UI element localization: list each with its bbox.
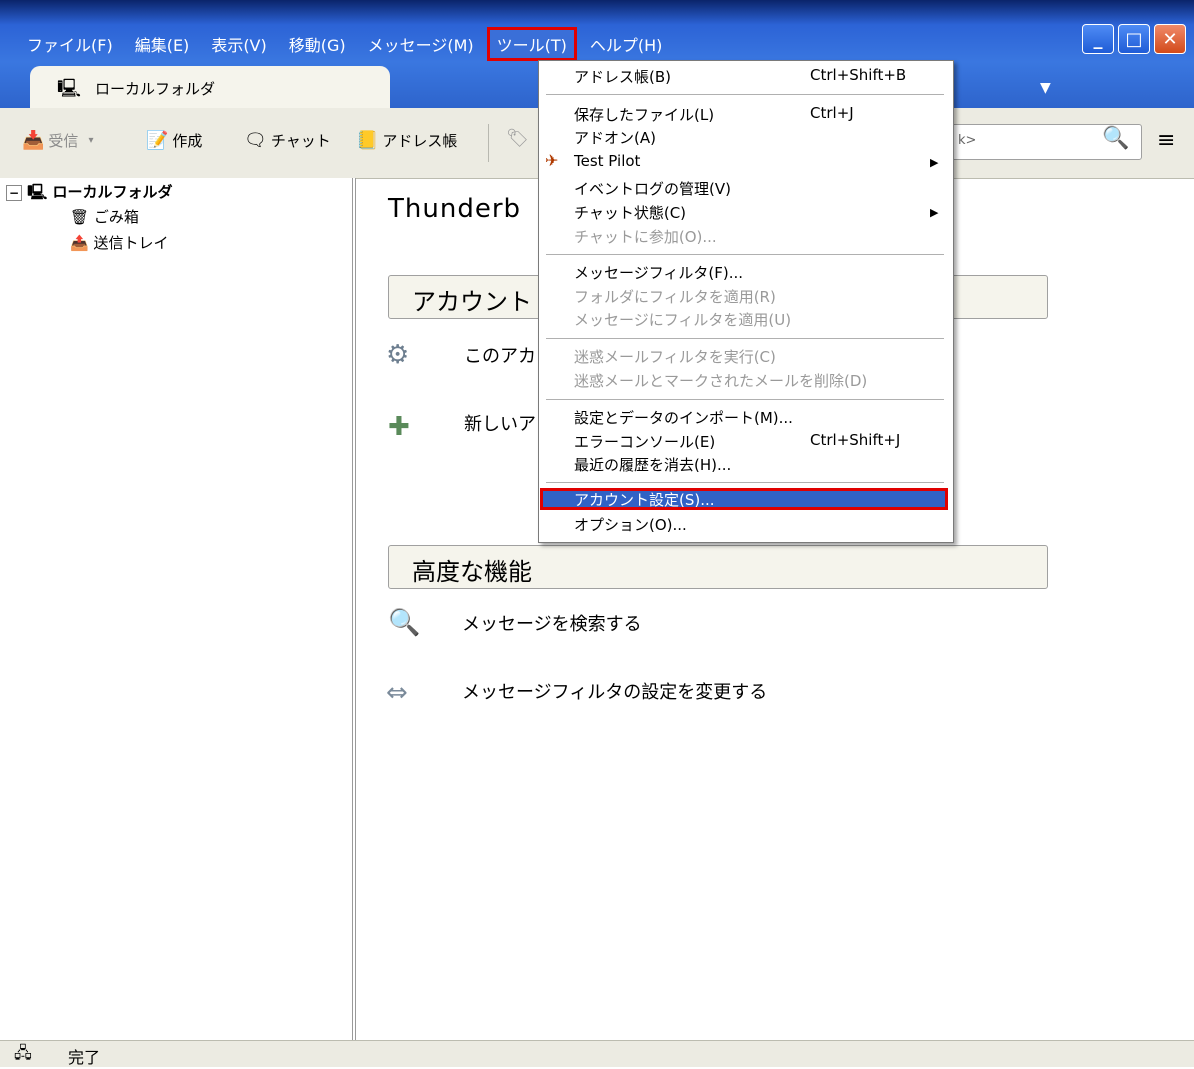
shortcut-saved-files: Ctrl+J (810, 104, 854, 122)
message-filters-link[interactable]: メッセージフィルタの設定を変更する (462, 678, 767, 704)
menu-separator (546, 399, 944, 400)
tab-label: ローカルフォルダ (95, 80, 216, 98)
chat-button[interactable]: 🗨 チャット (244, 130, 331, 151)
search-icon[interactable]: 🔍 (1102, 126, 1129, 151)
menuitem-clear-history[interactable]: 最近の履歴を消去(H)... (574, 454, 731, 475)
folder-outbox[interactable]: 📤 送信トレイ (70, 232, 168, 253)
menuitem-apply-folder-filters[interactable]: フォルダにフィルタを適用(R) (574, 286, 776, 307)
menu-view[interactable]: 表示(V) (202, 28, 275, 60)
menuitem-addons[interactable]: アドオン(A) (574, 127, 656, 148)
outbox-icon: 📤 (70, 234, 89, 252)
search-placeholder: k> (958, 133, 977, 148)
get-mail-button[interactable]: 📥 受信 ▾ (22, 130, 93, 151)
address-book-button[interactable]: 📒 アドレス帳 (356, 130, 457, 151)
status-bar (0, 1040, 1194, 1067)
menu-help[interactable]: ヘルプ(H) (581, 28, 672, 60)
menu-separator (546, 254, 944, 255)
menu-separator (546, 94, 944, 95)
inbox-download-icon: 📥 (22, 130, 45, 151)
folder-local-folders[interactable]: − 🖳 ローカルフォルダ (6, 181, 173, 207)
menuitem-join-chat[interactable]: チャットに参加(O)... (574, 226, 717, 247)
create-account-link[interactable]: 新しいア (464, 410, 536, 436)
menuitem-chat-status[interactable]: チャット状態(C) (574, 202, 686, 223)
menuitem-address-book[interactable]: アドレス帳(B) (574, 66, 671, 87)
section-accounts-label: アカウント (412, 288, 532, 316)
computer-icon: 🖳 (57, 78, 82, 99)
menu-message[interactable]: メッセージ(M) (359, 28, 483, 60)
menuitem-saved-files[interactable]: 保存したファイル(L) (574, 104, 714, 125)
add-account-icon: ✚ (388, 412, 410, 442)
menuitem-test-pilot[interactable]: Test Pilot (574, 152, 640, 170)
menu-go[interactable]: 移動(G) (280, 28, 355, 60)
offline-status-icon[interactable]: 🖧 (14, 1042, 32, 1069)
submenu-arrow-icon: ▶ (930, 206, 939, 219)
menu-separator (546, 482, 944, 483)
menuitem-delete-junk[interactable]: 迷惑メールとマークされたメールを削除(D) (574, 370, 867, 391)
section-advanced-label: 高度な機能 (412, 558, 532, 586)
toolbar-separator (488, 124, 489, 162)
folder-pane (0, 178, 356, 1040)
page-title: Thunderb (388, 194, 522, 224)
menu-bar: ファイル(F) 編集(E) 表示(V) 移動(G) メッセージ(M) ツール(T… (18, 27, 675, 61)
menuitem-message-filters[interactable]: メッセージフィルタ(F)... (574, 262, 743, 283)
menuitem-activity-manager[interactable]: イベントログの管理(V) (574, 178, 731, 199)
chat-bubble-icon: 🗨 (244, 130, 267, 151)
submenu-arrow-icon: ▶ (930, 156, 939, 169)
menuitem-import[interactable]: 設定とデータのインポート(M)... (574, 407, 793, 428)
maximize-icon[interactable]: □ (1118, 24, 1150, 54)
pencil-icon: 📝 (146, 130, 169, 151)
menuitem-run-junk-filter[interactable]: 迷惑メールフィルタを実行(C) (574, 346, 776, 367)
status-text: 完了 (68, 1048, 101, 1067)
menu-tools[interactable]: ツール(T) (486, 27, 577, 61)
address-book-icon: 📒 (356, 130, 379, 151)
menu-file[interactable]: ファイル(F) (18, 28, 122, 60)
tag-icon[interactable]: 🏷 (506, 128, 529, 149)
write-button[interactable]: 📝 作成 (146, 130, 202, 151)
shortcut-error-console: Ctrl+Shift+J (810, 431, 901, 449)
trash-icon: 🗑 (70, 208, 90, 226)
menuitem-apply-message-filters[interactable]: メッセージにフィルタを適用(U) (574, 309, 791, 330)
filter-arrows-icon: ⇔ (386, 678, 408, 708)
menuitem-account-settings[interactable]: アカウント設定(S)... (574, 489, 715, 510)
view-settings-link[interactable]: このアカ (464, 342, 536, 368)
window-controls: _ □ ✕ (1082, 24, 1186, 54)
gear-icon: ⚙ (386, 340, 410, 370)
menu-separator (546, 338, 944, 339)
menuitem-error-console[interactable]: エラーコンソール(E) (574, 431, 715, 452)
menuitem-options[interactable]: オプション(O)... (574, 514, 687, 535)
chevron-down-icon[interactable]: ▼ (1040, 80, 1051, 96)
test-pilot-icon: ✈ (545, 151, 559, 170)
folder-trash[interactable]: 🗑 ごみ箱 (70, 206, 139, 227)
minimize-icon[interactable]: _ (1082, 24, 1114, 54)
close-icon[interactable]: ✕ (1154, 24, 1186, 54)
chevron-down-icon[interactable]: ▾ (88, 135, 93, 146)
hamburger-menu-icon[interactable]: ≡ (1157, 128, 1175, 153)
magnifier-icon: 🔍 (388, 608, 421, 638)
menu-edit[interactable]: 編集(E) (126, 28, 199, 60)
computer-icon: 🖳 (27, 183, 48, 201)
shortcut-address-book: Ctrl+Shift+B (810, 66, 907, 84)
search-messages-link[interactable]: メッセージを検索する (462, 610, 642, 636)
collapse-icon[interactable]: − (6, 185, 23, 201)
